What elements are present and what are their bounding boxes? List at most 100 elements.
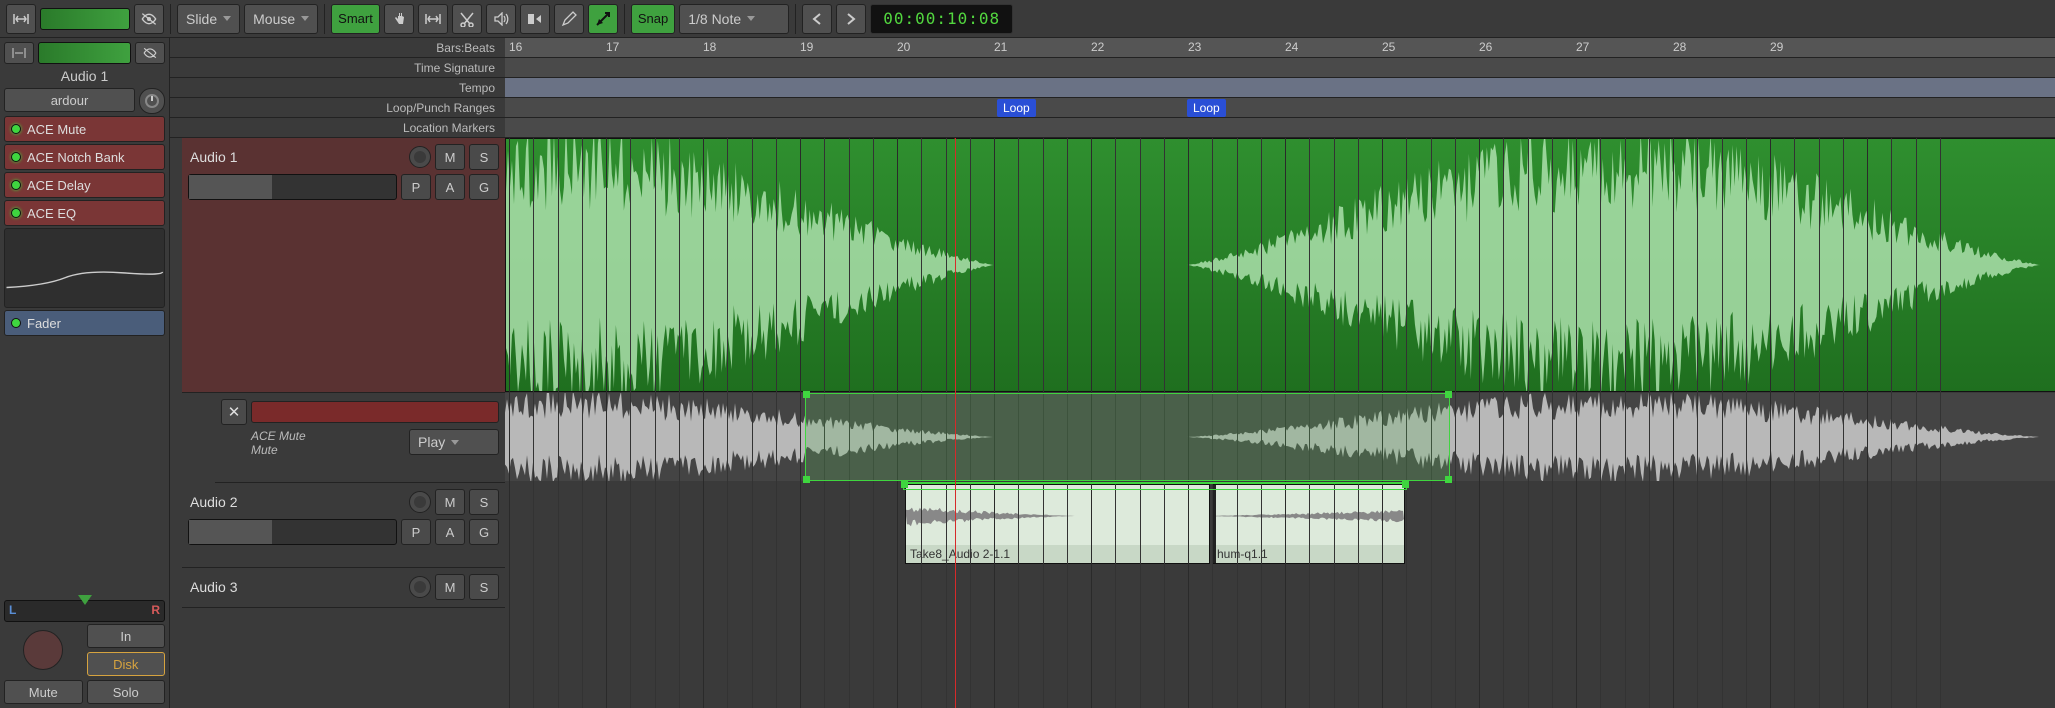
playhead[interactable] (955, 138, 956, 708)
mouse-mode-label: Mouse (253, 11, 295, 27)
plugin-led-icon (11, 180, 21, 190)
strip-track-title: Audio 1 (4, 66, 165, 86)
monitor-in-button[interactable]: In (87, 624, 166, 648)
width-button[interactable] (4, 42, 34, 64)
selection-handle-icon[interactable] (803, 391, 810, 398)
track-record-button[interactable] (409, 491, 431, 513)
track-automation-button[interactable]: A (435, 174, 465, 200)
ruler-barsbeats-label: Bars:Beats (170, 38, 505, 57)
trim-knob[interactable] (139, 88, 165, 114)
track-solo-button[interactable]: S (469, 144, 499, 170)
bar-number-label: 19 (800, 40, 813, 54)
edit-tool-button[interactable] (588, 4, 618, 34)
bar-number-label: 28 (1673, 40, 1686, 54)
eq-curve-display[interactable] (4, 228, 165, 308)
bar-number-label: 22 (1091, 40, 1104, 54)
pan-right-label: R (151, 603, 160, 617)
rulers: Bars:Beats 1617181920212223242526272829 … (170, 38, 2055, 138)
solo-button[interactable]: Solo (87, 680, 166, 704)
track-name: Audio 3 (188, 579, 361, 595)
bar-number-label: 27 (1576, 40, 1589, 54)
fader-led-icon (11, 318, 21, 328)
track-fader[interactable] (188, 174, 397, 200)
hide-strip-button[interactable] (135, 42, 165, 64)
bar-number-label: 16 (509, 40, 522, 54)
selection-handle-icon[interactable] (1445, 476, 1452, 483)
track-fader[interactable] (188, 519, 397, 545)
group-button[interactable]: ardour (4, 88, 135, 112)
track-header-audio3[interactable]: Audio 3 M S (182, 568, 505, 608)
timecode-display[interactable]: 00:00:10:08 (870, 4, 1013, 34)
strip-meter (38, 42, 131, 64)
track-mute-button[interactable]: M (435, 489, 465, 515)
zoom-mode-label: Slide (186, 11, 217, 27)
track-solo-button[interactable]: S (469, 574, 499, 600)
grid-value-dropdown[interactable]: 1/8 Note (679, 4, 789, 34)
grab-tool-button[interactable] (384, 4, 414, 34)
nudge-forward-button[interactable] (836, 4, 866, 34)
draw-tool-button[interactable] (554, 4, 584, 34)
timefx-tool-button[interactable] (520, 4, 550, 34)
loop-start-marker[interactable]: Loop (997, 99, 1036, 117)
automation-param-label: Mute (221, 443, 405, 457)
ruler-timesig-label: Time Signature (170, 58, 505, 77)
track-header-audio2[interactable]: Audio 2 M S P A G (182, 483, 505, 568)
ruler-barsbeats-body[interactable]: 1617181920212223242526272829 (505, 38, 2055, 57)
plugin-label: ACE Notch Bank (27, 150, 125, 165)
ruler-location-body[interactable] (505, 118, 2055, 137)
visibility-toggle-button[interactable] (134, 4, 164, 34)
track-playlist-button[interactable]: P (401, 519, 431, 545)
fader-label: Fader (27, 316, 61, 331)
zoom-mode-dropdown[interactable]: Slide (177, 4, 240, 34)
fader-section[interactable]: Fader (4, 310, 165, 336)
smart-mode-button[interactable]: Smart (331, 4, 380, 34)
selection-handle-icon[interactable] (1445, 391, 1452, 398)
toolbar: Slide Mouse Smart Snap 1/8 Note 00:00:10… (0, 0, 2055, 38)
selection-handle-icon[interactable] (803, 476, 810, 483)
automation-lane-header[interactable]: ✕ ACE Mute Mute Play (215, 393, 505, 483)
record-arm-button[interactable] (23, 630, 63, 670)
track-record-button[interactable] (409, 576, 431, 598)
track-automation-button[interactable]: A (435, 519, 465, 545)
range-tool-button[interactable] (418, 4, 448, 34)
ruler-timesig-body[interactable] (505, 58, 2055, 77)
track-mute-button[interactable]: M (435, 144, 465, 170)
plugin-ace-delay[interactable]: ACE Delay (4, 172, 165, 198)
plugin-label: ACE EQ (27, 206, 76, 221)
plugin-led-icon (11, 152, 21, 162)
track-group-button[interactable]: G (469, 174, 499, 200)
track-mute-button[interactable]: M (435, 574, 465, 600)
track-record-button[interactable] (409, 146, 431, 168)
plugin-led-icon (11, 124, 21, 134)
nudge-back-button[interactable] (802, 4, 832, 34)
track-lanes-canvas[interactable]: Take8_Audio 2-1.1 hum-q1.1 (505, 138, 2055, 708)
zoom-fit-button[interactable] (6, 4, 36, 34)
pan-slider[interactable]: L R (4, 600, 165, 622)
snap-button[interactable]: Snap (631, 4, 675, 34)
close-automation-button[interactable]: ✕ (221, 399, 247, 425)
plugin-ace-mute[interactable]: ACE Mute (4, 116, 165, 142)
track-name: Audio 1 (188, 149, 361, 165)
mouse-mode-dropdown[interactable]: Mouse (244, 4, 318, 34)
track-group-button[interactable]: G (469, 519, 499, 545)
audition-tool-button[interactable] (486, 4, 516, 34)
timeline: Bars:Beats 1617181920212223242526272829 … (170, 38, 2055, 708)
track-playlist-button[interactable]: P (401, 174, 431, 200)
plugin-ace-notch-bank[interactable]: ACE Notch Bank (4, 144, 165, 170)
loop-end-marker[interactable]: Loop (1187, 99, 1226, 117)
range-handle-icon[interactable] (901, 481, 908, 488)
track-solo-button[interactable]: S (469, 489, 499, 515)
track-headers: Audio 1 M S P A G (170, 138, 505, 708)
bar-number-label: 24 (1285, 40, 1298, 54)
mute-button[interactable]: Mute (4, 680, 83, 704)
ruler-looppunch-body[interactable]: Loop Loop (505, 98, 2055, 117)
cut-tool-button[interactable] (452, 4, 482, 34)
region-audio1[interactable] (505, 138, 2055, 392)
automation-mode-dropdown[interactable]: Play (409, 429, 499, 455)
range-handle-icon[interactable] (1402, 481, 1409, 488)
monitor-disk-button[interactable]: Disk (87, 652, 166, 676)
plugin-ace-eq[interactable]: ACE EQ (4, 200, 165, 226)
selection-range[interactable] (805, 393, 1450, 481)
ruler-tempo-body[interactable] (505, 78, 2055, 97)
track-header-audio1[interactable]: Audio 1 M S P A G (182, 138, 505, 393)
